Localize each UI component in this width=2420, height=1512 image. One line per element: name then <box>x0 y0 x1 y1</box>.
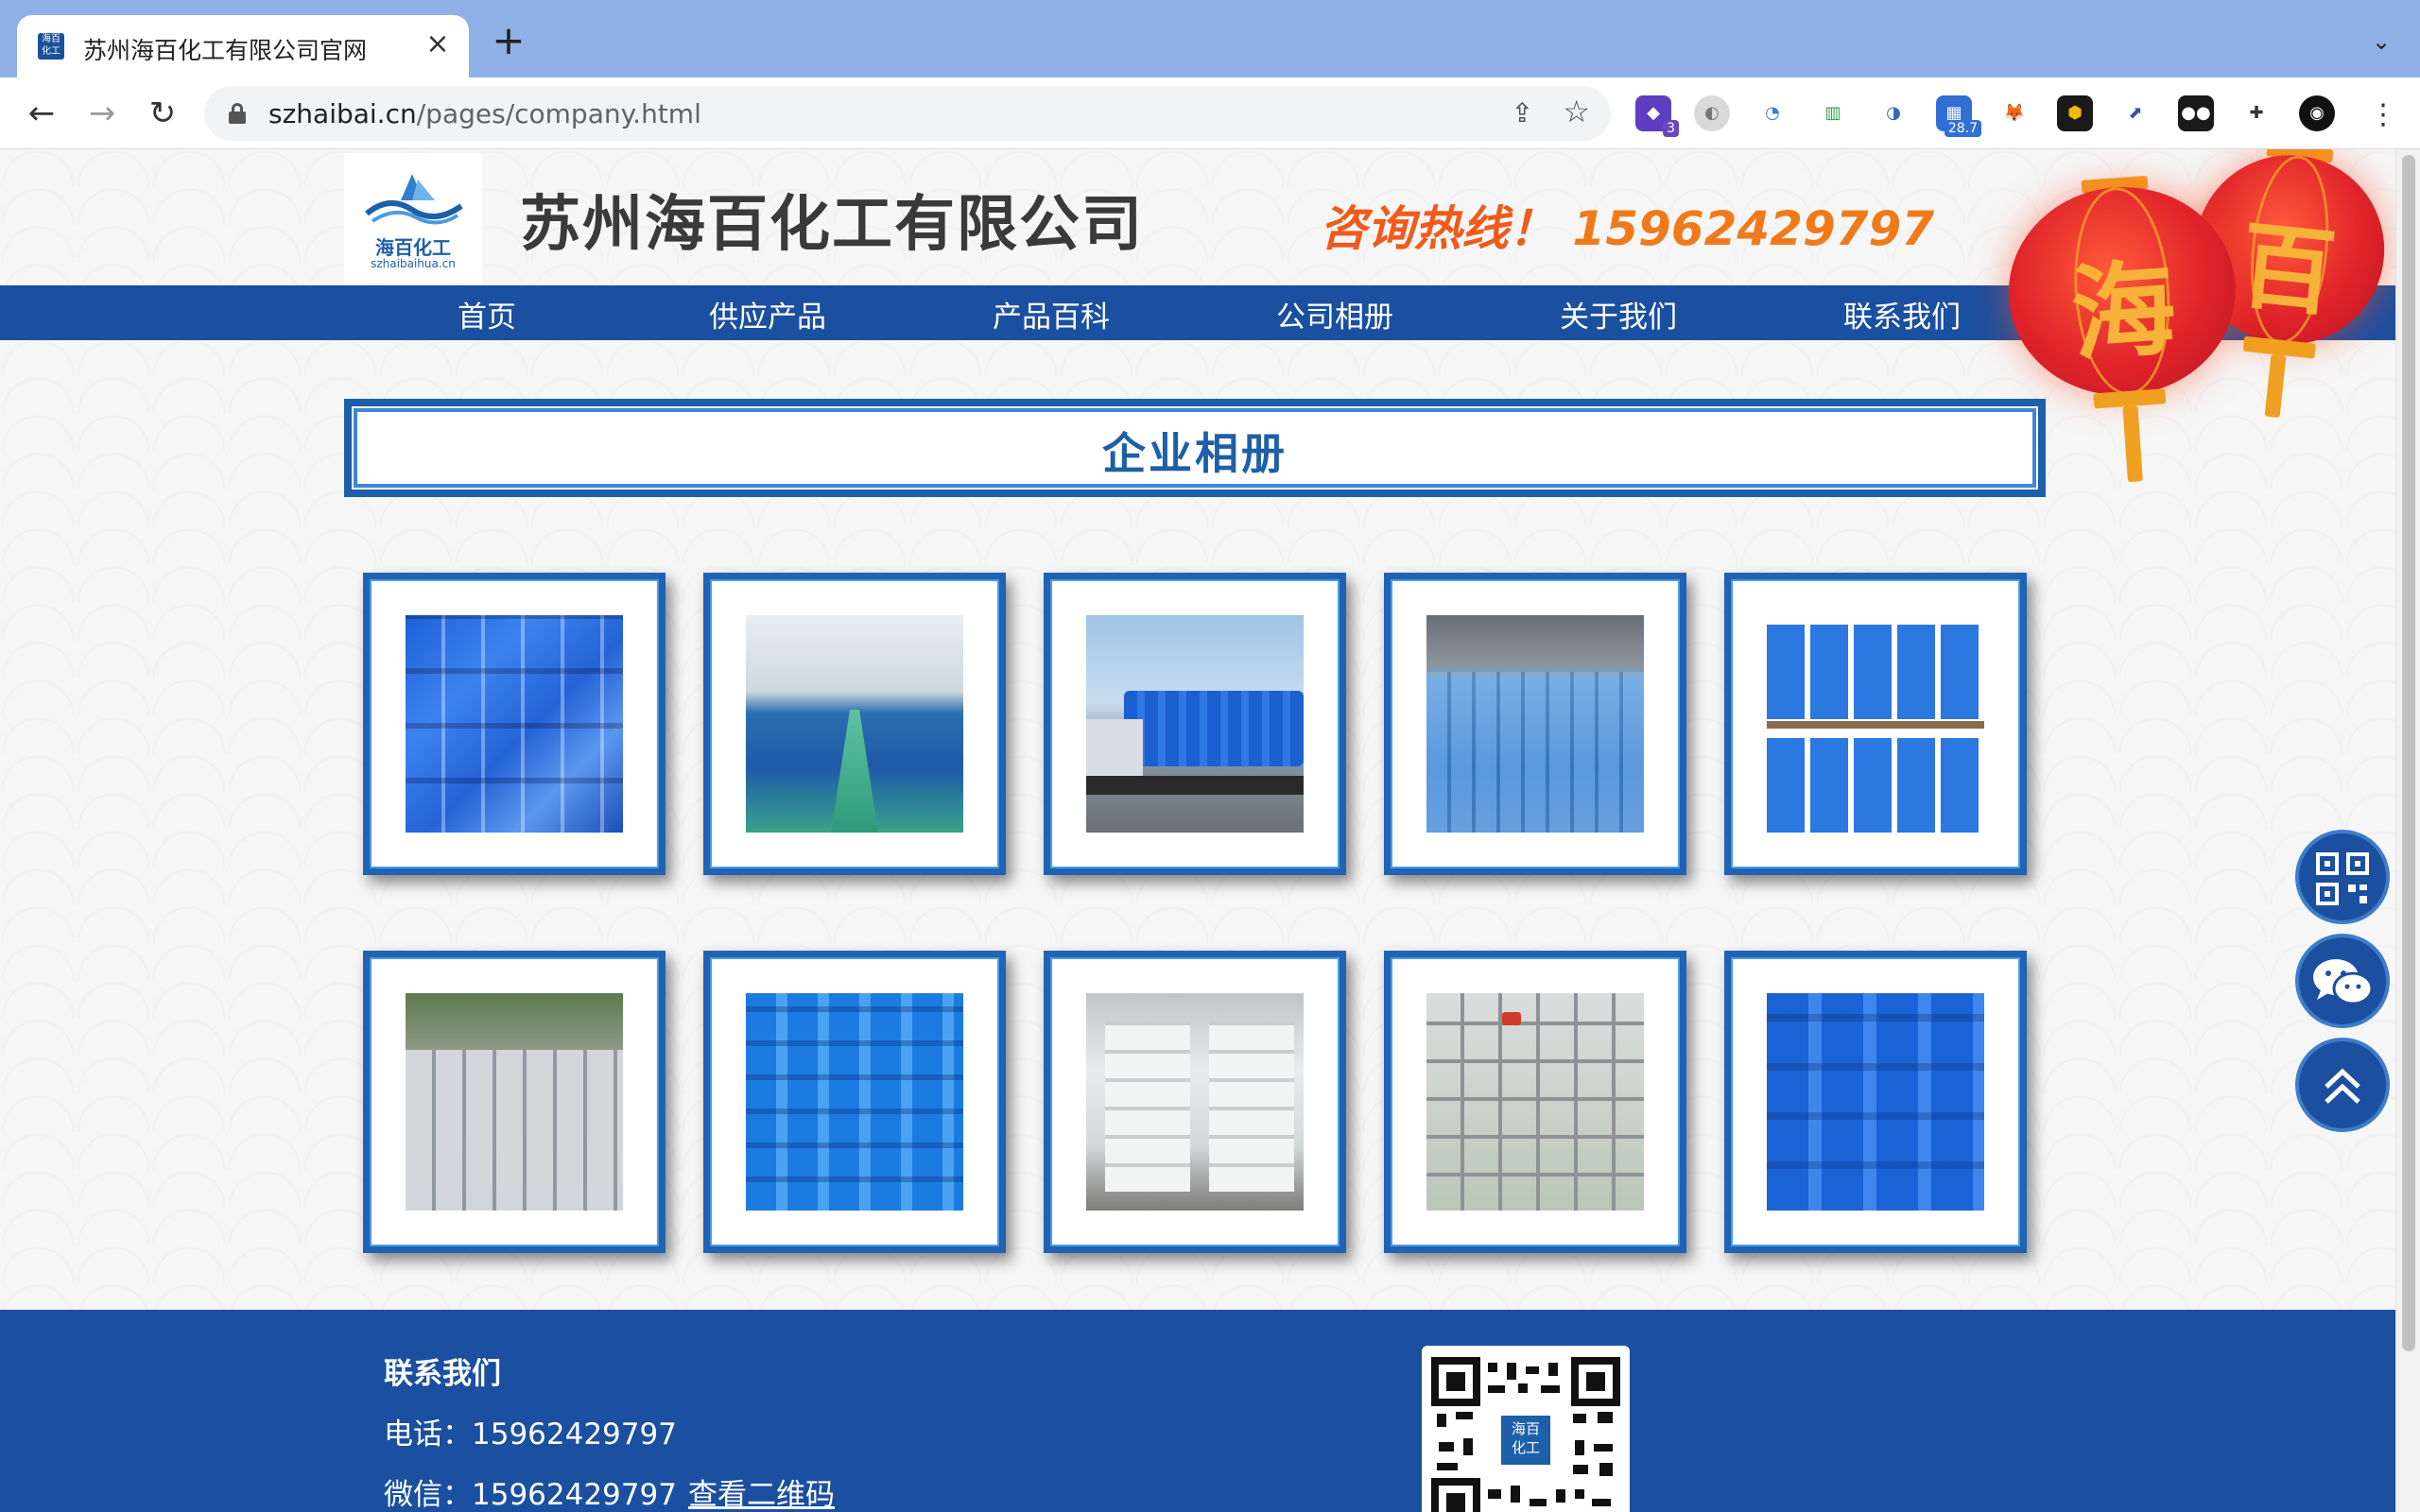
logo-subtext: szhaibaihua.cn <box>371 257 456 270</box>
photo-blue-jerrycans-rows <box>746 993 963 1211</box>
section-title-box: 企业相册 <box>344 399 2046 497</box>
hotline-label: 咨询热线！ <box>1320 201 1556 256</box>
new-tab-plus-icon[interactable]: + <box>490 21 527 60</box>
album-photo-6[interactable] <box>363 951 666 1253</box>
back-to-top-button[interactable] <box>2295 1038 2390 1132</box>
photo-warehouse-aisle <box>746 615 963 833</box>
page-scrollbar[interactable] <box>2395 149 2420 1512</box>
browser-tab-active[interactable]: 海百化工 苏州海百化工有限公司官网 × <box>17 15 469 77</box>
footer-title: 联系我们 <box>384 1357 501 1391</box>
footer-phone: 电话：15962429797 <box>384 1418 677 1452</box>
footer-qrcode: 海百化工 <box>1422 1346 1630 1512</box>
browser-tabbar: 海百化工 苏州海百化工有限公司官网 × + ⌄ <box>0 0 2420 77</box>
bookmark-star-icon[interactable]: ☆ <box>1563 94 1590 129</box>
lock-icon[interactable] <box>229 103 246 124</box>
tab-favicon-icon: 海百化工 <box>38 33 64 60</box>
photo-drums-under-shed <box>1426 615 1644 833</box>
photo-white-drums-pallets <box>1086 993 1304 1211</box>
extensions-puzzle-icon[interactable]: ✚ <box>2238 95 2274 131</box>
profile-avatar[interactable]: ◉ <box>2299 95 2335 131</box>
photo-blue-jerrycans-closeup <box>1767 993 1984 1211</box>
site-footer: 联系我们 电话：15962429797 微信：15962429797查看二维码 <box>0 1310 2395 1512</box>
photo-truck-loaded-drums <box>1086 615 1304 833</box>
extension-swirl-icon[interactable]: ◑ <box>1876 95 1911 131</box>
page-viewport: 海百化工 szhaibaihua.cn 苏州海百化工有限公司 咨询热线！ 159… <box>0 149 2395 1512</box>
qrcode-icon <box>2316 852 2369 905</box>
tab-title: 苏州海百化工有限公司官网 <box>83 37 368 64</box>
wechat-icon <box>2313 959 2374 1005</box>
browser-menu-dots-icon[interactable]: ⋮ <box>2369 98 2397 131</box>
forward-arrow-icon[interactable]: → <box>81 93 123 134</box>
footer-wechat: 微信：15962429797 查看二维码 <box>384 1478 835 1512</box>
company-name: 苏州海百化工有限公司 <box>520 190 1144 260</box>
view-qrcode-link[interactable]: 查看二维码 <box>688 1478 835 1512</box>
photo-ibc-tanks <box>1426 993 1644 1211</box>
nav-item-contact[interactable]: 联系我们 <box>1843 293 1961 335</box>
extension-glasses-icon[interactable]: ●● <box>2178 95 2214 131</box>
extension-hex-icon[interactable]: ⬢ <box>2057 95 2093 131</box>
extension-orb-icon[interactable]: ◐ <box>1694 95 1730 131</box>
reload-icon[interactable]: ↻ <box>142 93 183 134</box>
album-photo-8[interactable] <box>1044 951 1346 1253</box>
scrollbar-thumb[interactable] <box>2402 155 2415 1351</box>
photo-blue-jerrycans-stack <box>406 615 623 833</box>
address-bar[interactable]: szhaibai.cn/pages/company.html ⇪ ☆ <box>204 86 1611 141</box>
extension-cube-icon[interactable]: ◆ 3 <box>1635 95 1679 137</box>
nav-item-home[interactable]: 首页 <box>458 293 516 335</box>
album-photo-2[interactable] <box>703 573 1006 875</box>
qrcode-float-button[interactable] <box>2295 830 2390 924</box>
wechat-float-button[interactable] <box>2295 934 2390 1028</box>
nav-item-encyclopedia[interactable]: 产品百科 <box>993 293 1110 335</box>
extension-edge-icon[interactable]: ◔ <box>1754 95 1790 131</box>
nav-item-about[interactable]: 关于我们 <box>1560 293 1677 335</box>
photo-drums-on-pallets <box>1767 615 1984 833</box>
extension-chart-icon[interactable]: ▦ 28.7 <box>1936 95 1981 137</box>
album-photo-5[interactable] <box>1724 573 2027 875</box>
album-photo-1[interactable] <box>363 573 666 875</box>
site-logo[interactable]: 海百化工 szhaibaihua.cn <box>344 153 482 284</box>
hotline-number[interactable]: 15962429797 <box>1572 201 1934 256</box>
lantern-left-char: 海 <box>2067 248 2180 376</box>
nav-item-products[interactable]: 供应产品 <box>709 293 826 335</box>
hotline: 咨询热线！ 15962429797 <box>1320 191 1934 259</box>
browser-toolbar: ← → ↻ szhaibai.cn/pages/company.html ⇪ ☆… <box>0 77 2420 149</box>
logo-wave-icon <box>365 174 463 225</box>
nav-item-album[interactable]: 公司相册 <box>1276 293 1393 335</box>
extension-bars-icon[interactable]: ▥ <box>1815 95 1851 131</box>
double-chevron-up-icon <box>2325 1068 2360 1104</box>
album-photo-3[interactable] <box>1044 573 1346 875</box>
logo-text: 海百化工 <box>375 236 451 259</box>
tab-close-icon[interactable]: × <box>422 28 454 60</box>
extension-cursor-icon[interactable]: ⬈ <box>2118 95 2153 131</box>
album-photo-9[interactable] <box>1384 951 1686 1253</box>
tab-search-chevron-down-icon[interactable]: ⌄ <box>2367 28 2395 57</box>
photo-steel-drums <box>406 993 623 1211</box>
qrcode-center-logo-text: 海百化工 <box>1511 1420 1540 1456</box>
album-photo-7[interactable] <box>703 951 1006 1253</box>
album-photo-10[interactable] <box>1724 951 2027 1253</box>
section-title: 企业相册 <box>1102 428 1288 479</box>
back-arrow-icon[interactable]: ← <box>21 93 62 134</box>
extension-fox-icon[interactable]: 🦊 <box>1996 95 2032 131</box>
album-photo-4[interactable] <box>1384 573 1686 875</box>
share-icon[interactable]: ⇪ <box>1512 97 1533 129</box>
url-text: szhaibai.cn/pages/company.html <box>268 98 701 129</box>
